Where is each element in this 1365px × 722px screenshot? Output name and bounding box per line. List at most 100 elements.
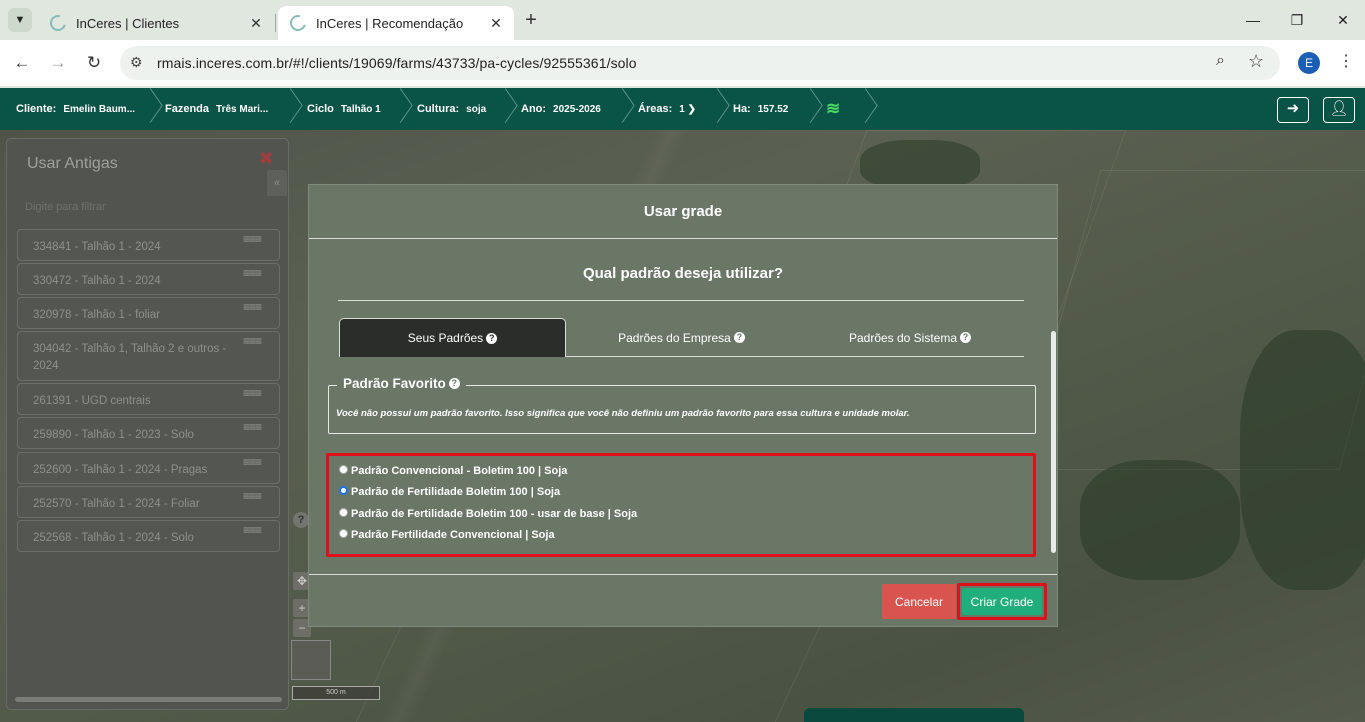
crumb-separator [495,88,507,130]
tab-separator [275,14,276,32]
radio-button[interactable] [339,507,348,517]
bottom-panel-tab[interactable] [804,708,1024,722]
tab-padroes-empresa[interactable]: Padrões do Empresa? [567,318,796,357]
address-bar[interactable]: ⚙ rmais.inceres.com.br/#!/clients/19069/… [120,46,1280,80]
create-button-highlight: Criar Grade [957,583,1047,620]
crumb-cultura[interactable]: Cultura: soja [417,88,486,130]
usar-antigas-panel: Usar Antigas ✖ Digite para filtrar 33484… [6,138,289,710]
divider [309,574,1057,575]
back-app-button[interactable]: ➜ [1277,97,1309,123]
options-highlight: Padrão Convencional - Boletim 100 | Soja… [326,453,1036,557]
list-item[interactable]: 259890 - Talhão 1 - 2023 - Solo ≡≡≡ [17,417,280,449]
crumb-ciclo[interactable]: Ciclo Talhão 1 [307,88,381,130]
radio-button[interactable] [339,464,348,474]
padroes-tabs: Seus Padrões? Padrões do Empresa? Padrõe… [339,318,1024,357]
tab-close-icon[interactable]: ✕ [488,15,504,32]
chevron-down-icon: ▼ [14,14,26,26]
browser-menu-icon[interactable]: ⋮ [1338,51,1354,71]
crumb-separator [800,88,812,130]
menu-dots-icon[interactable]: ≡≡≡ [243,454,262,471]
menu-dots-icon[interactable]: ≡≡≡ [243,265,262,282]
list-item[interactable]: 330472 - Talhão 1 - 2024 ≡≡≡ [17,263,280,295]
menu-dots-icon[interactable]: ≡≡≡ [243,522,262,539]
modal-question: Qual padrão deseja utilizar? [582,265,784,282]
crumb-separator [707,88,719,130]
url-text[interactable]: rmais.inceres.com.br/#!/clients/19069/fa… [157,55,637,71]
user-icon: 👤︎ [1329,100,1349,117]
zoom-icon[interactable]: ⌕ [1216,52,1225,70]
crumb-separator [390,88,402,130]
modal-scrollbar[interactable] [1051,331,1056,553]
list-item[interactable]: 304042 - Talhão 1, Talhão 2 e outros - 2… [17,331,280,381]
crumb-fazenda[interactable]: Fazenda Três Mari... [165,88,268,130]
profile-avatar[interactable]: E [1298,52,1320,74]
tab-title: InCeres | Recomendação [316,15,464,31]
help-icon[interactable]: ? [293,512,309,528]
list-item[interactable]: 320978 - Talhão 1 - foliar ≡≡≡ [17,297,280,329]
arrow-left-icon: ← [13,53,31,72]
crumb-ha: Ha: 157.52 [733,103,789,115]
inceres-favicon-icon [287,12,309,34]
back-button[interactable]: ← [10,51,34,75]
favorite-legend: Padrão Favorito? [337,376,466,391]
collapse-panel-button[interactable]: « [267,170,287,196]
radio-button[interactable] [339,528,348,538]
help-icon[interactable]: ? [448,378,460,389]
list-item[interactable]: 252568 - Talhão 1 - 2024 - Solo ≡≡≡ [17,520,280,552]
crumb-areas[interactable]: Áreas: 1 ❯ [638,88,696,130]
list-item[interactable]: 252570 - Talhão 1 - 2024 - Foliar ≡≡≡ [17,486,280,518]
menu-dots-icon[interactable]: ≡≡≡ [243,333,262,350]
menu-dots-icon[interactable]: ≡≡≡ [243,385,262,402]
help-icon[interactable]: ? [960,332,972,343]
radio-button-checked[interactable] [339,485,348,495]
crumb-cliente[interactable]: Cliente: Emelin Baum... [16,88,135,130]
tab-padroes-sistema[interactable]: Padrões do Sistema? [796,318,1024,357]
help-icon[interactable]: ? [486,332,498,344]
browser-tab-recomendacao[interactable]: InCeres | Recomendação ✕ [278,6,514,40]
reload-button[interactable]: ↻ [82,51,106,75]
filter-input[interactable]: Digite para filtrar [25,201,106,213]
modal-title: Usar grade [309,185,1057,239]
option-padrao-convencional[interactable]: Padrão Convencional - Boletim 100 | Soja [339,464,567,477]
map-forest [1240,330,1365,590]
option-padrao-fertilidade-base[interactable]: Padrão de Fertilidade Boletim 100 - usar… [339,507,637,520]
list-item[interactable]: 334841 - Talhão 1 - 2024 ≡≡≡ [17,229,280,261]
menu-dots-icon[interactable]: ≡≡≡ [243,299,262,316]
list-item[interactable]: 252600 - Talhão 1 - 2024 - Pragas ≡≡≡ [17,452,280,484]
tab-seus-padroes[interactable]: Seus Padrões? [339,318,566,357]
map-forest [1080,460,1240,580]
help-icon[interactable]: ? [733,332,745,343]
menu-dots-icon[interactable]: ≡≡≡ [243,419,262,436]
map-scale-bar: 500 m [292,686,380,700]
arrow-left-icon: ➜ [1286,100,1300,117]
browser-tab-clientes[interactable]: InCeres | Clientes ✕ [38,6,274,40]
menu-dots-icon[interactable]: ≡≡≡ [243,488,262,505]
panel-title: Usar Antigas [27,155,118,172]
menu-dots-icon[interactable]: ≡≡≡ [243,231,262,248]
criar-grade-button[interactable]: Criar Grade [962,588,1042,615]
inceres-favicon-icon [47,12,69,34]
minimize-button[interactable]: — [1238,8,1268,32]
map-layer-thumbnail[interactable] [291,640,331,680]
cancel-button[interactable]: Cancelar [882,584,956,619]
list-item[interactable]: 261391 - UGD centrais ≡≡≡ [17,383,280,415]
bookmark-star-icon[interactable]: ☆ [1248,51,1264,72]
panel-scrollbar[interactable] [15,697,282,702]
restore-button[interactable]: ❐ [1282,8,1312,32]
crumb-ano[interactable]: Ano: 2025-2026 [521,88,601,130]
divider [338,300,1024,301]
crumb-separator [855,88,867,130]
arrow-right-icon: → [49,53,67,72]
new-tab-button[interactable]: + [520,9,542,31]
crumb-separator [280,88,292,130]
user-menu-button[interactable]: 👤︎ [1323,97,1355,123]
crumb-separator [140,88,152,130]
option-padrao-fertilidade-convencional[interactable]: Padrão Fertilidade Convencional | Soja [339,528,555,541]
close-window-button[interactable]: ✕ [1328,8,1358,32]
close-icon[interactable]: ✖ [259,149,273,169]
forward-button[interactable]: → [46,51,70,75]
site-info-icon[interactable]: ⚙ [130,54,143,71]
option-padrao-fertilidade-boletim[interactable]: Padrão de Fertilidade Boletim 100 | Soja [339,485,560,498]
tab-close-icon[interactable]: ✕ [248,15,264,32]
tab-search-button[interactable]: ▼ [8,8,32,32]
